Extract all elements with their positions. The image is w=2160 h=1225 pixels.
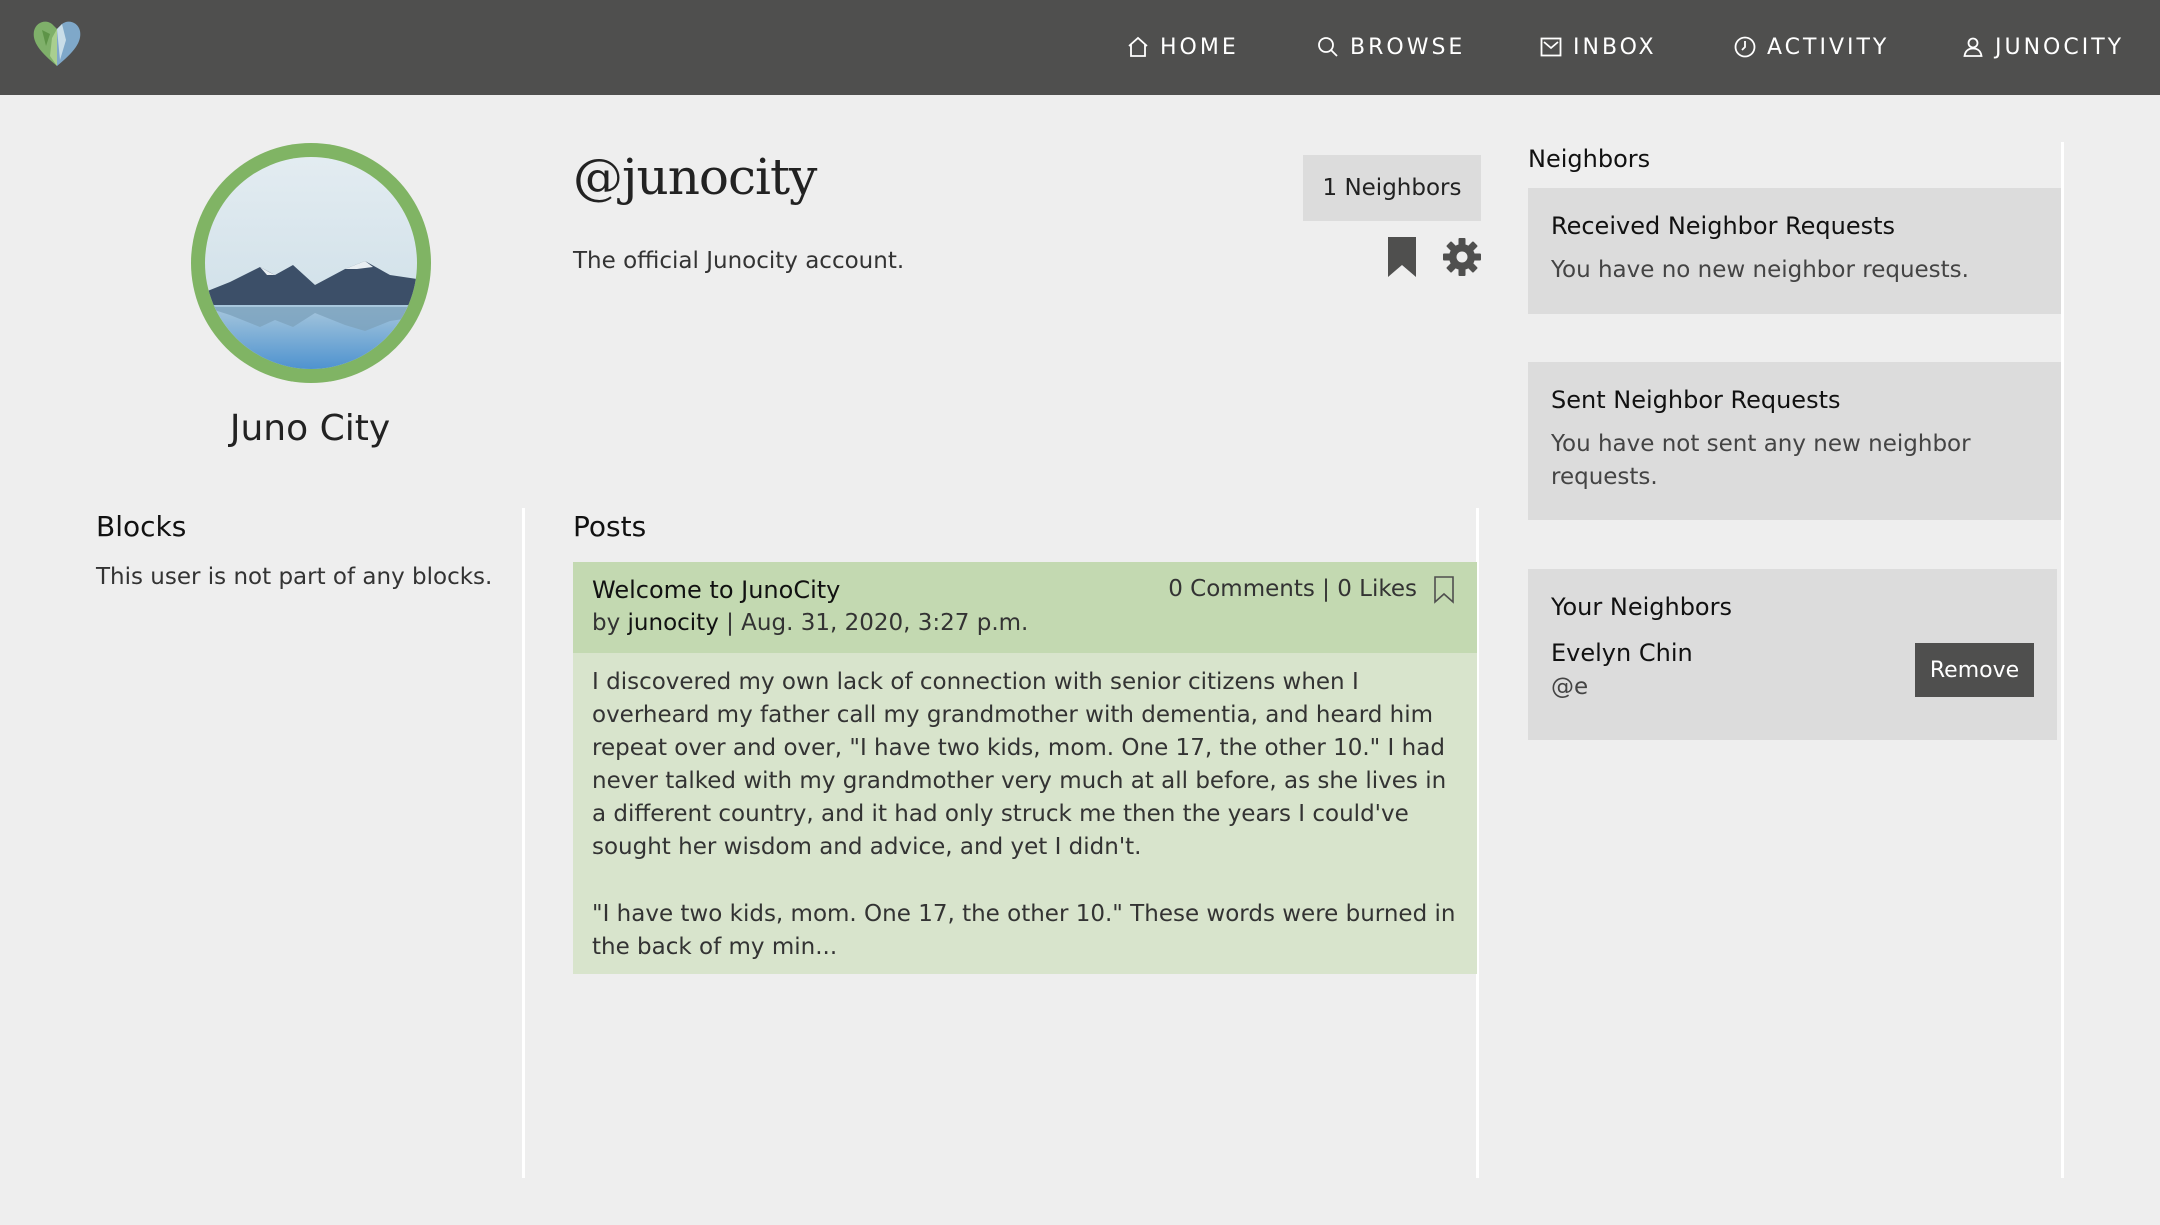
posts-heading: Posts [573, 510, 647, 543]
clock-icon [1734, 36, 1756, 58]
nav-browse-label: BROWSE [1350, 34, 1466, 60]
neighbors-count-button[interactable]: 1 Neighbors [1303, 155, 1481, 221]
your-neighbors-title: Your Neighbors [1551, 593, 1732, 621]
search-icon [1318, 37, 1338, 57]
nav-activity[interactable]: ACTIVITY [1733, 30, 1889, 64]
nav-inbox-label: INBOX [1573, 34, 1657, 60]
post-paragraph: I discovered my own lack of connection w… [592, 669, 1447, 860]
your-neighbors-card: Your Neighbors Evelyn Chin @e Remove [1528, 569, 2057, 740]
blocks-empty-text: This user is not part of any blocks. [96, 564, 493, 590]
post-bookmark-button[interactable] [1433, 576, 1455, 604]
neighbor-name: Evelyn Chin [1551, 639, 1693, 667]
bookmark-profile-button[interactable] [1386, 237, 1418, 277]
column-divider [522, 508, 525, 1178]
sent-requests-title: Sent Neighbor Requests [1551, 386, 1841, 414]
user-icon [1963, 37, 1983, 57]
top-nav-bar: HOME BROWSE INBOX ACTIVITY JUNOCITY [0, 0, 2160, 95]
gear-icon [1443, 238, 1481, 276]
post-author-link[interactable]: junocity [628, 610, 719, 636]
received-requests-text: You have no new neighbor requests. [1551, 257, 1969, 283]
neighbors-sidebar-heading: Neighbors [1528, 145, 1651, 173]
sidebar-divider [2061, 142, 2064, 1178]
avatar [191, 143, 431, 383]
remove-neighbor-button[interactable]: Remove [1915, 643, 2034, 697]
nav-activity-label: ACTIVITY [1767, 34, 1890, 60]
nav-home-label: HOME [1160, 34, 1239, 60]
nav-inbox[interactable]: INBOX [1539, 30, 1657, 64]
received-requests-card: Received Neighbor Requests You have no n… [1528, 188, 2061, 314]
post-body: I discovered my own lack of connection w… [573, 653, 1477, 974]
post-paragraph: "I have two kids, mom. One 17, the other… [592, 901, 1456, 960]
post-title-link[interactable]: Welcome to JunoCity [592, 576, 840, 604]
profile-settings-button[interactable] [1442, 237, 1482, 277]
nav-profile-label: JUNOCITY [1995, 34, 2125, 60]
post-card: Welcome to JunoCity by junocity | Aug. 3… [573, 562, 1477, 974]
profile-bio: The official Junocity account. [573, 248, 905, 274]
blocks-heading: Blocks [96, 510, 187, 543]
inbox-icon [1540, 37, 1562, 57]
bookmark-outline-icon [1434, 576, 1454, 604]
post-by-label: by [592, 610, 621, 636]
post-meta: by junocity | Aug. 31, 2020, 3:27 p.m. [592, 610, 1028, 636]
home-icon [1128, 36, 1148, 57]
heart-map-logo-icon [33, 21, 81, 66]
profile-handle: @junocity [573, 148, 817, 206]
sent-requests-text: You have not sent any new neighbor reque… [1551, 431, 1971, 490]
nav-browse[interactable]: BROWSE [1316, 30, 1465, 64]
junocity-logo[interactable] [30, 16, 84, 70]
profile-display-name: Juno City [229, 408, 391, 449]
nav-home[interactable]: HOME [1126, 30, 1239, 64]
post-date: | Aug. 31, 2020, 3:27 p.m. [726, 610, 1029, 636]
received-requests-title: Received Neighbor Requests [1551, 212, 1896, 240]
sent-requests-card: Sent Neighbor Requests You have not sent… [1528, 362, 2061, 520]
post-stats: 0 Comments | 0 Likes [1168, 576, 1417, 602]
nav-profile[interactable]: JUNOCITY [1961, 30, 2124, 64]
bookmark-filled-icon [1388, 237, 1416, 277]
mountain-lake-avatar-image [205, 157, 417, 369]
post-header: Welcome to JunoCity by junocity | Aug. 3… [573, 562, 1477, 653]
